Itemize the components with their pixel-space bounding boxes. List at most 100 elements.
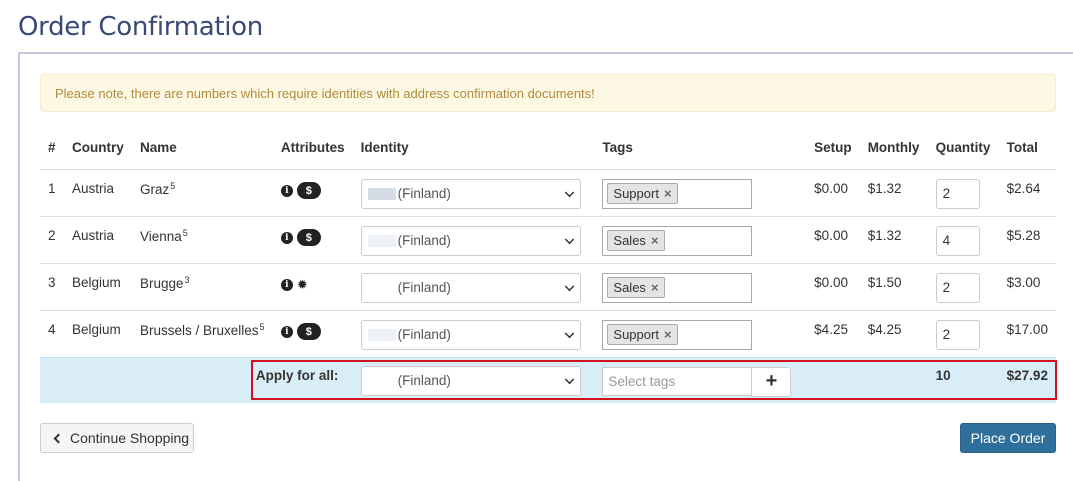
table-row: 1 Austria Graz5 i $ (Finland) Support × xyxy=(40,168,1056,216)
row-identity: (Finland) xyxy=(352,262,595,310)
page-title: Order Confirmation xyxy=(18,12,263,42)
chevron-down-icon xyxy=(564,281,574,291)
row-identity: (Finland) xyxy=(352,215,595,263)
quantity-input[interactable]: 2 xyxy=(935,178,980,209)
identity-select-value: (Finland) xyxy=(397,186,451,201)
flag-icon xyxy=(367,328,396,341)
row-num: 2 xyxy=(40,215,64,263)
col-header-attributes: Attributes xyxy=(272,127,353,170)
identity-select-value: (Finland) xyxy=(397,280,451,295)
dollar-icon[interactable]: $ xyxy=(296,182,321,199)
row-setup: $0.00 xyxy=(806,262,860,310)
dollar-icon[interactable]: $ xyxy=(296,229,321,246)
flag-icon xyxy=(367,281,396,294)
row-attributes: i $ xyxy=(272,309,353,357)
apply-identity-cell: (Finland) xyxy=(352,356,595,403)
row-monthly: $4.25 xyxy=(859,309,928,357)
remove-tag-icon[interactable]: × xyxy=(664,327,672,342)
row-country: Austria xyxy=(63,168,132,216)
identity-select[interactable]: (Finland) xyxy=(360,319,581,350)
row-quantity: 2 xyxy=(927,309,999,357)
flag-icon xyxy=(367,234,396,247)
identity-select[interactable]: (Finland) xyxy=(360,272,581,303)
chevron-left-icon xyxy=(53,433,64,443)
address-confirmation-alert: Please note, there are numbers which req… xyxy=(40,74,1056,112)
col-header-country: Country xyxy=(63,127,132,170)
table-row: 4 Belgium Brussels / Bruxelles5 i $ (Fin… xyxy=(40,309,1056,357)
row-monthly: $1.50 xyxy=(859,262,928,310)
row-country: Austria xyxy=(63,215,132,263)
select-tags-input[interactable]: Select tags xyxy=(602,366,753,396)
chevron-down-icon xyxy=(564,234,574,244)
row-name-sup: 5 xyxy=(259,321,265,332)
quantity-input[interactable]: 2 xyxy=(935,319,980,350)
col-header-tags: Tags xyxy=(594,127,807,170)
apply-grand-total: $27.92 xyxy=(998,356,1056,403)
apply-label-cell: Apply for all: xyxy=(256,356,353,403)
badge-star-icon[interactable]: ✹ xyxy=(297,278,308,291)
tag-chip: Sales × xyxy=(607,277,665,298)
quantity-input[interactable]: 2 xyxy=(935,272,980,303)
tag-label: Sales xyxy=(613,233,646,248)
tag-label: Sales xyxy=(613,280,646,295)
col-header-setup: Setup xyxy=(806,127,860,170)
col-header-identity: Identity xyxy=(352,127,595,170)
continue-shopping-label: Continue Shopping xyxy=(70,430,190,446)
place-order-label: Place Order xyxy=(970,430,1046,446)
row-total: $17.00 xyxy=(998,309,1056,357)
chevron-down-icon xyxy=(564,187,574,197)
row-total: $2.64 xyxy=(998,168,1056,216)
row-name: Graz5 xyxy=(131,168,273,216)
row-name-text: Brussels / Bruxelles xyxy=(139,322,259,338)
row-name: Vienna5 xyxy=(131,215,273,263)
apply-identity-select[interactable]: (Finland) xyxy=(360,365,581,396)
info-icon[interactable]: i xyxy=(280,325,293,338)
dollar-icon[interactable]: $ xyxy=(296,323,321,340)
tag-chip: Support × xyxy=(607,324,678,345)
tags-input[interactable]: Support × xyxy=(602,319,753,350)
identity-select-value: (Finland) xyxy=(397,327,451,342)
table-header-row: # Country Name Attributes Identity Tags … xyxy=(40,127,1056,170)
tags-input[interactable]: Support × xyxy=(602,178,753,209)
info-icon[interactable]: i xyxy=(280,231,293,244)
place-order-button[interactable]: Place Order xyxy=(960,423,1056,453)
tag-label: Support xyxy=(613,186,659,201)
identity-select[interactable]: (Finland) xyxy=(360,178,581,209)
table-row: 3 Belgium Brugge3 i ✹ (Finland) Sales× xyxy=(40,262,1056,310)
row-name-sup: 5 xyxy=(170,180,176,191)
remove-tag-icon[interactable]: × xyxy=(664,186,672,201)
row-identity: (Finland) xyxy=(352,309,595,357)
row-tags: Sales × xyxy=(594,262,807,310)
info-icon[interactable]: i xyxy=(280,184,293,197)
tags-input[interactable]: Sales × xyxy=(602,225,753,256)
row-name: Brugge3 xyxy=(131,262,273,310)
row-country: Belgium xyxy=(63,309,132,357)
col-header-num: # xyxy=(40,127,64,170)
identity-select[interactable]: (Finland) xyxy=(360,225,581,256)
remove-tag-icon[interactable]: × xyxy=(651,233,659,248)
row-num: 1 xyxy=(40,168,64,216)
table-row: 2 Austria Vienna5 i $ (Finland) Sales × xyxy=(40,215,1056,263)
continue-shopping-button[interactable]: Continue Shopping xyxy=(40,423,194,453)
quantity-input[interactable]: 4 xyxy=(935,225,980,256)
flag-icon xyxy=(367,374,396,387)
order-table: # Country Name Attributes Identity Tags … xyxy=(40,127,1056,403)
add-tags-button[interactable]: + xyxy=(751,366,792,397)
row-name: Brussels / Bruxelles5 xyxy=(131,309,273,357)
row-total: $5.28 xyxy=(998,215,1056,263)
row-quantity: 2 xyxy=(927,262,999,310)
col-header-quantity: Quantity xyxy=(927,127,999,170)
row-num: 4 xyxy=(40,309,64,357)
row-name-text: Vienna xyxy=(139,228,182,244)
tags-input[interactable]: Sales × xyxy=(602,272,753,303)
row-quantity: 2 xyxy=(927,168,999,216)
row-tags: Support × xyxy=(594,309,807,357)
col-header-monthly: Monthly xyxy=(859,127,928,170)
row-attributes: i $ xyxy=(272,168,353,216)
info-icon[interactable]: i xyxy=(280,278,293,291)
chevron-down-icon xyxy=(564,374,574,384)
apply-quantity-total: 10 xyxy=(927,356,999,403)
remove-tag-icon[interactable]: × xyxy=(651,280,659,295)
row-setup: $0.00 xyxy=(806,168,860,216)
row-attributes: i $ xyxy=(272,215,353,263)
